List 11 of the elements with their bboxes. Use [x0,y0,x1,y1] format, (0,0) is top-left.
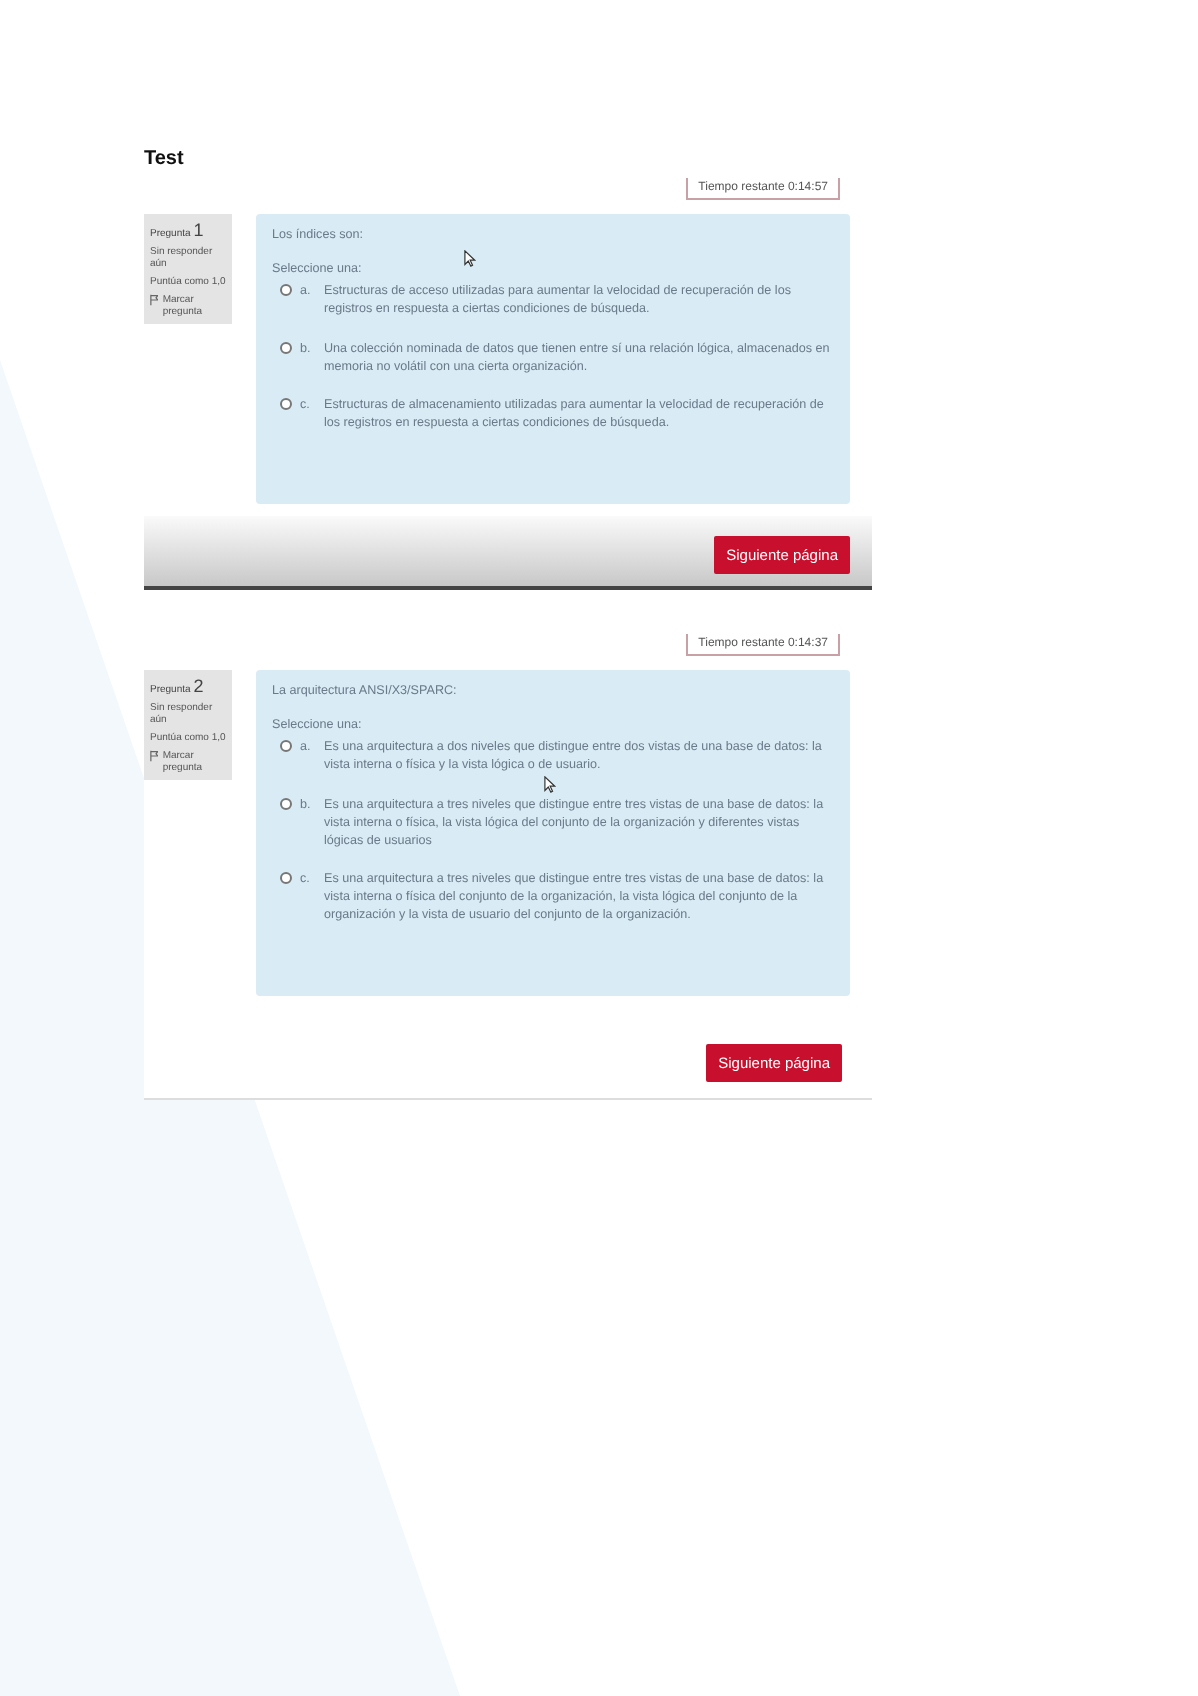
mouse-pointer-icon [464,250,476,267]
radio-button[interactable] [280,284,292,297]
flag-icon [150,294,159,306]
radio-button[interactable] [280,341,292,353]
radio-button[interactable] [280,740,292,753]
mouse-pointer-icon [544,776,556,793]
radio-button[interactable] [280,797,292,809]
radio-button[interactable] [280,871,292,884]
flag-icon [150,750,159,762]
radio-button[interactable] [280,397,292,410]
page-title: Test [144,148,186,170]
